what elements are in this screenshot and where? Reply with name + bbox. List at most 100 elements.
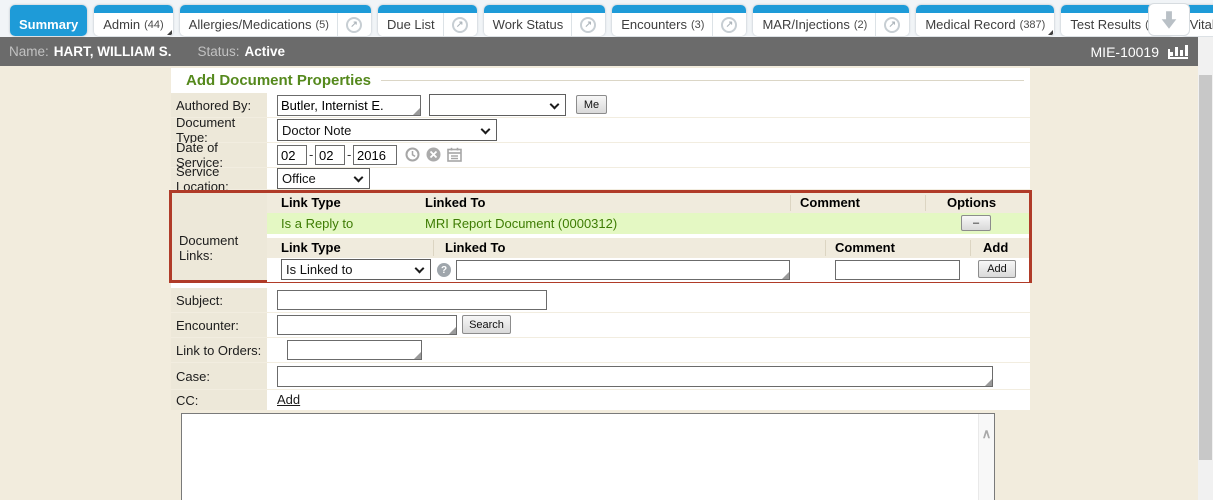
open-new-window-icon[interactable]: ↗ (721, 17, 737, 33)
document-type-select[interactable]: Doctor Note (277, 119, 497, 141)
calendar-icon[interactable] (447, 147, 462, 167)
open-new-window-icon[interactable]: ↗ (346, 17, 362, 33)
tab-due-list[interactable]: Due List ↗ (378, 5, 477, 36)
column-header: Add (983, 240, 1008, 255)
linked-to-input[interactable] (456, 260, 790, 280)
tab-cap (916, 5, 1054, 13)
tab-label: Work Status (493, 17, 564, 32)
page-scrollbar[interactable] (1198, 37, 1213, 500)
cc-add-link[interactable]: Add (277, 392, 300, 407)
chevron-down-icon (415, 264, 425, 274)
chart-tab-bar: Summary Admin (44) Allergies/Medications (… (0, 0, 1213, 37)
tab-label: Summary (19, 17, 78, 32)
new-link-header-row: Link Type Linked To Comment Add (267, 238, 1029, 258)
tab-work-status[interactable]: Work Status ↗ (484, 5, 606, 36)
tab-label: Allergies/Medications (189, 17, 312, 32)
status-label: Status: (198, 44, 240, 59)
linked-to-value: MRI Report Document (0000312) (425, 216, 617, 231)
link-comment-input[interactable] (835, 260, 960, 280)
tab-label: Admin (103, 17, 140, 32)
tab-encounters[interactable]: Encounters (3) ↗ (612, 5, 746, 36)
clear-date-icon[interactable] (426, 147, 441, 167)
down-arrow-icon (1158, 9, 1180, 31)
authored-by-input[interactable] (277, 95, 421, 116)
chevron-down-icon (550, 100, 560, 110)
linked-document-row: Is a Reply to MRI Report Document (00003… (267, 213, 1029, 234)
date-month-input[interactable] (277, 145, 307, 165)
tab-cap (378, 5, 477, 13)
chevron-down-icon (354, 173, 364, 183)
dropdown-corner-icon (1048, 30, 1053, 35)
column-header: Comment (800, 195, 860, 210)
chevron-down-icon (481, 125, 491, 135)
name-label: Name: (9, 44, 49, 59)
tab-count: (3) (691, 19, 704, 31)
tab-cap (612, 5, 746, 13)
authored-by-label: Authored By: (171, 93, 267, 117)
document-links-label: Document Links: (172, 193, 267, 280)
add-link-button[interactable]: Add (978, 260, 1016, 278)
patient-status: Active (245, 44, 286, 59)
date-separator: - (309, 147, 313, 162)
tab-cap (484, 5, 606, 13)
tab-count: (387) (1020, 19, 1046, 31)
case-input[interactable] (277, 366, 993, 387)
page-title: Add Document Properties (186, 72, 371, 89)
help-icon[interactable]: ? (437, 263, 451, 277)
patient-id: MIE-10019 (1091, 44, 1159, 60)
authored-by-select[interactable] (429, 94, 566, 116)
date-year-input[interactable] (353, 145, 397, 165)
encounter-input[interactable] (277, 315, 457, 335)
add-document-properties-panel: Add Document Properties Authored By: Me … (171, 68, 1030, 410)
case-label: Case: (171, 363, 267, 389)
date-day-input[interactable] (315, 145, 345, 165)
subject-label: Subject: (171, 288, 267, 312)
tab-cap (10, 5, 87, 13)
column-header: Linked To (445, 240, 505, 255)
existing-links-header-row: Link Type Linked To Comment Options (267, 193, 1029, 213)
me-button[interactable]: Me (576, 95, 607, 114)
tab-count: (2) (854, 19, 867, 31)
heading-rule (381, 80, 1024, 81)
tab-count: (44) (144, 19, 164, 31)
open-new-window-icon[interactable]: ↗ (580, 17, 596, 33)
flowsheet-chart-icon[interactable] (1167, 43, 1189, 60)
cc-label: CC: (171, 390, 267, 410)
clock-icon[interactable] (405, 147, 420, 167)
encounter-search-button[interactable]: Search (462, 315, 511, 334)
document-body-textarea[interactable]: ∧ (181, 413, 995, 500)
service-location-select[interactable]: Office (277, 168, 370, 189)
document-type-label: Document Type: (171, 118, 267, 142)
tab-mar-injections[interactable]: MAR/Injections (2) ↗ (753, 5, 909, 36)
tab-label: Encounters (621, 17, 687, 32)
tab-label: Due List (387, 17, 435, 32)
remove-link-button[interactable]: – (961, 215, 991, 231)
patient-header-bar: Name: HART, WILLIAM S. Status: Active MI… (0, 37, 1198, 66)
link-to-orders-input[interactable] (287, 340, 422, 360)
webchart-window: Summary Admin (44) Allergies/Medications (… (0, 0, 1213, 500)
tab-count: (5) (316, 19, 329, 31)
tab-label: Test Results (1070, 17, 1141, 32)
scroll-up-icon[interactable]: ∧ (979, 426, 994, 442)
open-new-window-icon[interactable]: ↗ (452, 17, 468, 33)
tab-label: Vital Signs (1190, 17, 1213, 32)
date-separator: - (347, 147, 351, 162)
subject-input[interactable] (277, 290, 547, 310)
new-link-controls-row: Is Linked to ? Add (267, 258, 1029, 282)
tab-overflow-button[interactable] (1148, 3, 1190, 36)
link-type-select[interactable]: Is Linked to (281, 259, 431, 280)
encounter-label: Encounter: (171, 313, 267, 337)
tab-allergies-medications[interactable]: Allergies/Medications (5) ↗ (180, 5, 371, 36)
service-location-label: Service Location: (171, 168, 267, 189)
tab-label: Medical Record (925, 17, 1015, 32)
tab-summary[interactable]: Summary (10, 5, 87, 36)
tab-medical-record[interactable]: Medical Record (387) (916, 5, 1054, 36)
page-scrollbar-thumb[interactable] (1199, 75, 1212, 460)
document-links-section: Document Links: Link Type Linked To Comm… (169, 190, 1032, 283)
link-type-value: Is a Reply to (281, 216, 353, 231)
textarea-scrollbar[interactable]: ∧ (978, 414, 994, 500)
open-new-window-icon[interactable]: ↗ (884, 17, 900, 33)
tab-cap (180, 5, 371, 13)
tab-label: MAR/Injections (762, 17, 849, 32)
tab-admin[interactable]: Admin (44) (94, 5, 172, 36)
